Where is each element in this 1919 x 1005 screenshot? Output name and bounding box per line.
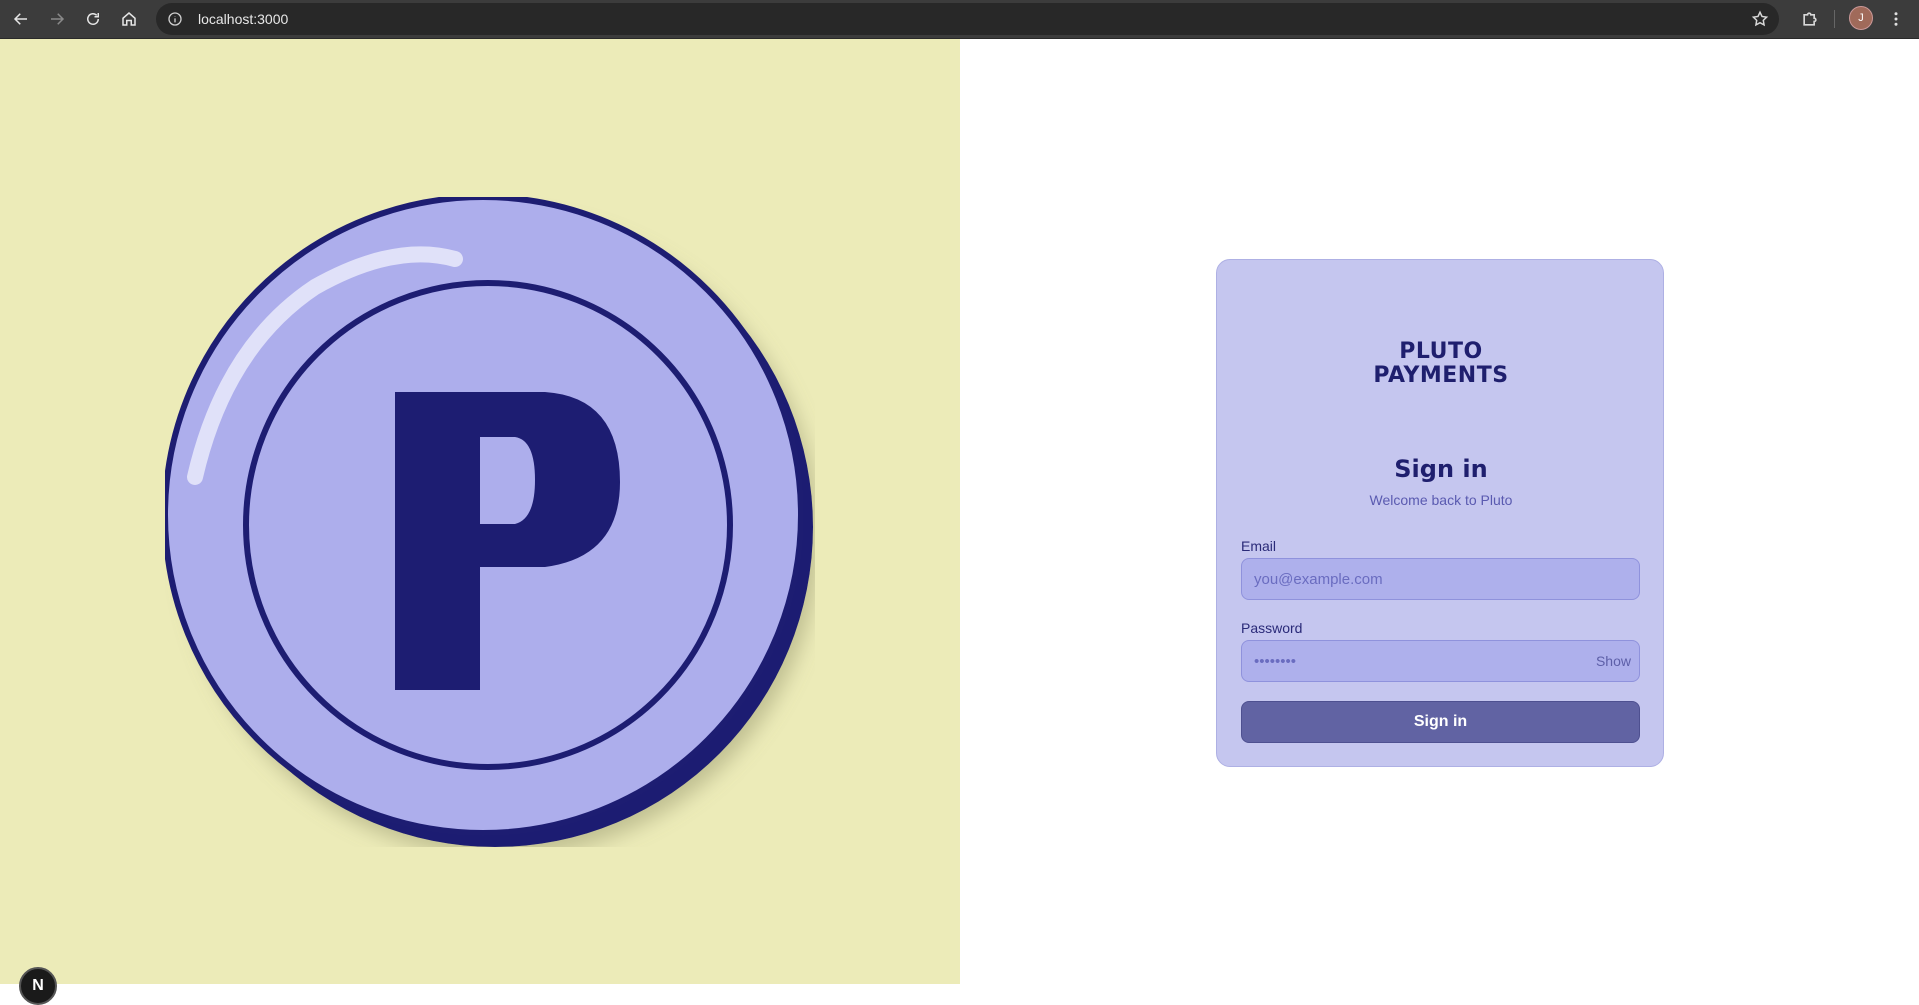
- home-icon: [122, 12, 136, 26]
- email-field[interactable]: you@example.com: [1241, 558, 1640, 600]
- forward-button[interactable]: [42, 4, 72, 34]
- signin-card: PLUTO PAYMENTS Sign in Welcome back to P…: [1216, 259, 1664, 767]
- bookmark-star-icon[interactable]: [1751, 10, 1769, 28]
- arrow-left-icon: [13, 13, 27, 25]
- auth-panel: PLUTO PAYMENTS Sign in Welcome back to P…: [960, 39, 1919, 984]
- reload-button[interactable]: [78, 4, 108, 34]
- coin-face: [165, 197, 804, 836]
- extensions-button[interactable]: [1796, 5, 1824, 33]
- back-button[interactable]: [6, 4, 36, 34]
- hero-panel: N: [0, 39, 960, 1005]
- arrow-right-icon: [51, 13, 65, 25]
- nextjs-dev-badge[interactable]: N: [19, 967, 57, 1005]
- pluto-coin-illustration: [165, 197, 813, 847]
- browser-menu-button[interactable]: [1884, 6, 1908, 32]
- reload-icon: [87, 13, 99, 25]
- password-field[interactable]: •••••••• Show: [1241, 640, 1640, 682]
- brand-line-1: PLUTO: [1399, 339, 1483, 364]
- url-text: localhost:3000: [198, 11, 289, 27]
- puzzle-icon: [1803, 12, 1817, 26]
- home-button[interactable]: [114, 4, 144, 34]
- brand-logo: PLUTO PAYMENTS: [1217, 340, 1665, 388]
- toolbar-divider: [1834, 10, 1835, 28]
- site-info-icon[interactable]: [166, 10, 184, 28]
- page-title: Sign in: [1394, 455, 1488, 483]
- password-placeholder: ••••••••: [1254, 652, 1297, 670]
- brand-line-2: PAYMENTS: [1373, 363, 1509, 388]
- profile-avatar[interactable]: J: [1849, 6, 1873, 30]
- show-password-toggle[interactable]: Show: [1596, 653, 1631, 669]
- more-vertical-icon: [1894, 12, 1898, 26]
- page-subtitle: Welcome back to Pluto: [1369, 492, 1513, 508]
- email-label: Email: [1241, 538, 1277, 554]
- signin-button[interactable]: Sign in: [1241, 701, 1640, 743]
- password-label: Password: [1241, 620, 1303, 636]
- email-placeholder: you@example.com: [1254, 570, 1383, 588]
- browser-toolbar: localhost:3000 J: [0, 0, 1919, 39]
- address-bar[interactable]: localhost:3000: [156, 3, 1779, 35]
